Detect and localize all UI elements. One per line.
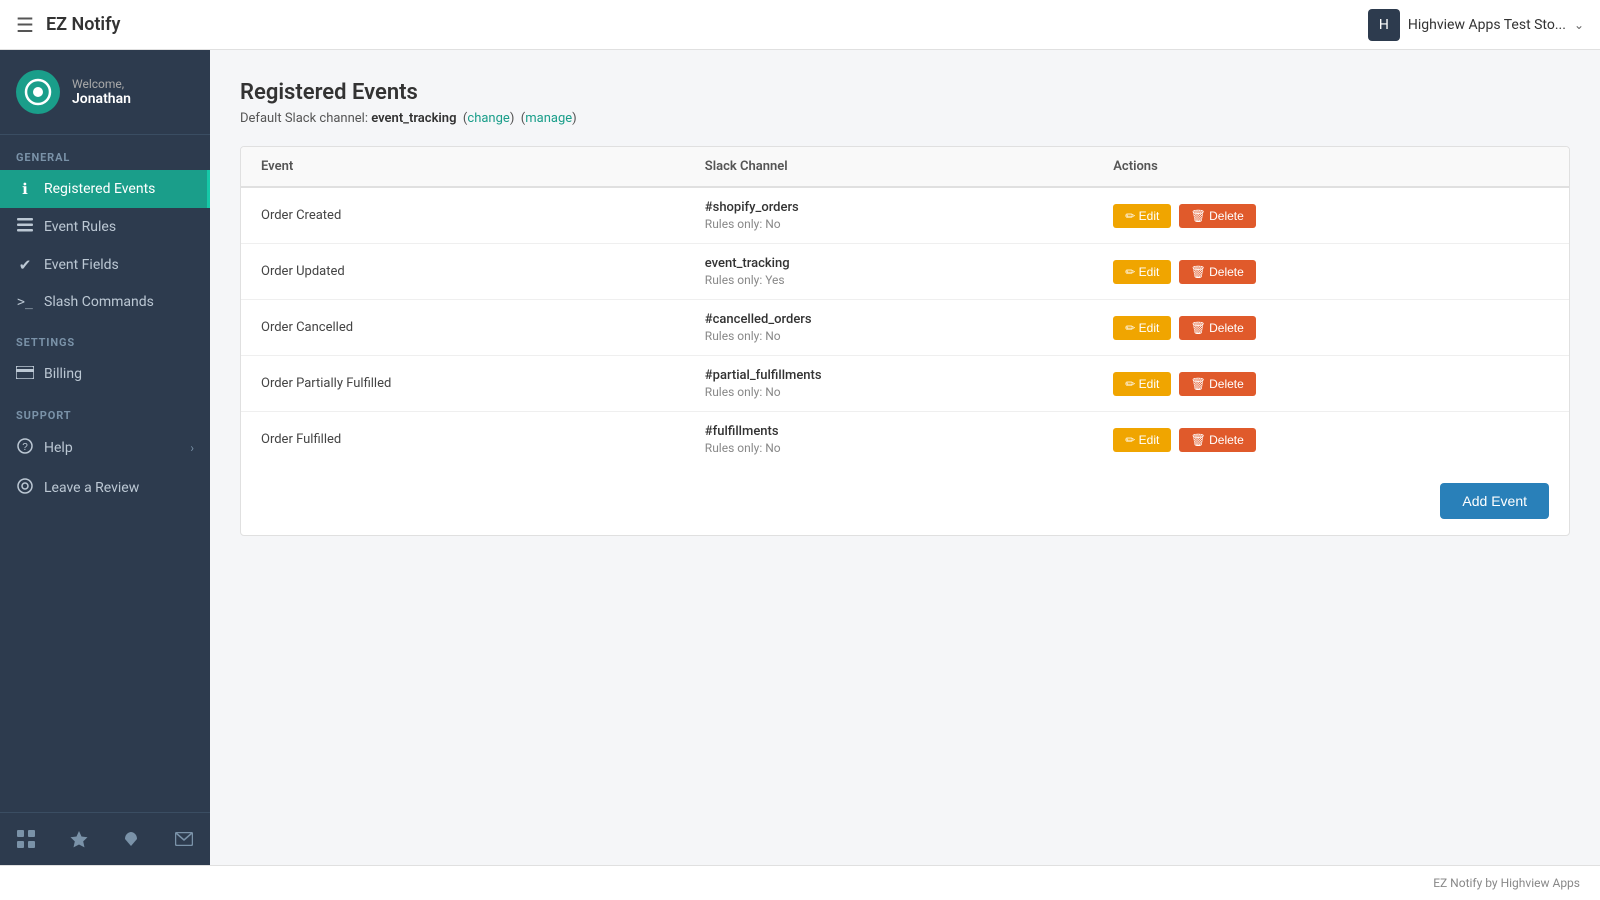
bottom-icon-star[interactable] [61,821,97,857]
support-section-label: SUPPORT [0,393,210,428]
actions-cell: ✏ Edit 🗑 Delete [1093,356,1569,412]
sidebar-item-label: Registered Events [44,181,155,197]
table-header-row: Event Slack Channel Actions [241,147,1569,187]
slack-channel: #fulfillments Rules only: No [685,412,1093,468]
sidebar-item-label: Slash Commands [44,294,154,310]
delete-button[interactable]: 🗑 Delete [1179,316,1256,340]
delete-button[interactable]: 🗑 Delete [1179,260,1256,284]
event-name: Order Fulfilled [241,412,685,468]
page-title: Registered Events [240,80,1570,105]
manage-link[interactable]: manage [525,111,572,126]
list-icon [16,218,34,236]
edit-button[interactable]: ✏ Edit [1113,260,1171,284]
chevron-right-icon: › [190,441,194,455]
slash-icon: >_ [16,295,34,310]
svg-text:?: ? [22,442,28,453]
bottom-icon-grid[interactable] [8,821,44,857]
event-name: Order Created [241,187,685,244]
page-subtitle: Default Slack channel: event_tracking (c… [240,111,1570,126]
change-link[interactable]: change [467,111,509,126]
sidebar-bottom [0,812,210,865]
top-header: ☰ EZ Notify H Highview Apps Test Sto... … [0,0,1600,50]
bottom-icon-mail[interactable] [166,821,202,857]
sidebar-item-label: Event Fields [44,257,119,273]
main-content: Registered Events Default Slack channel:… [210,50,1600,865]
sidebar-item-slash-commands[interactable]: >_ Slash Commands [0,284,210,320]
slack-channel: #partial_fulfillments Rules only: No [685,356,1093,412]
welcome-label: Welcome, [72,77,131,91]
actions-cell: ✏ Edit 🗑 Delete [1093,244,1569,300]
sidebar-user: Welcome, Jonathan [0,50,210,135]
chevron-down-icon: ⌄ [1574,18,1584,32]
sidebar-item-label: Event Rules [44,219,116,235]
sidebar-item-registered-events[interactable]: ℹ Registered Events [0,170,210,208]
edit-button[interactable]: ✏ Edit [1113,316,1171,340]
event-name: Order Updated [241,244,685,300]
table-row: Order Updated event_tracking Rules only:… [241,244,1569,300]
info-icon: ℹ [16,180,34,198]
actions-cell: ✏ Edit 🗑 Delete [1093,187,1569,244]
delete-button[interactable]: 🗑 Delete [1179,372,1256,396]
review-icon [16,478,34,498]
sidebar-item-leave-review[interactable]: Leave a Review [0,468,210,508]
col-actions: Actions [1093,147,1569,187]
check-icon: ✔ [16,256,34,274]
sidebar: Welcome, Jonathan GENERAL ℹ Registered E… [0,50,210,865]
delete-button[interactable]: 🗑 Delete [1179,204,1256,228]
layout: Welcome, Jonathan GENERAL ℹ Registered E… [0,50,1600,865]
store-name: Highview Apps Test Sto... [1408,17,1566,33]
store-selector[interactable]: H Highview Apps Test Sto... ⌄ [1368,9,1584,41]
default-channel: event_tracking [371,111,456,126]
sidebar-item-billing[interactable]: Billing [0,355,210,393]
table-row: Order Partially Fulfilled #partial_fulfi… [241,356,1569,412]
sidebar-item-event-rules[interactable]: Event Rules [0,208,210,246]
sidebar-item-event-fields[interactable]: ✔ Event Fields [0,246,210,284]
event-name: Order Cancelled [241,300,685,356]
event-name: Order Partially Fulfilled [241,356,685,412]
username-label: Jonathan [72,91,131,107]
col-channel: Slack Channel [685,147,1093,187]
edit-button[interactable]: ✏ Edit [1113,428,1171,452]
actions-cell: ✏ Edit 🗑 Delete [1093,412,1569,468]
header-left: ☰ EZ Notify [16,13,120,37]
delete-button[interactable]: 🗑 Delete [1179,428,1256,452]
footer-text: EZ Notify by Highview Apps [1433,876,1580,890]
sidebar-item-label: Leave a Review [44,480,139,496]
events-table: Event Slack Channel Actions Order Create… [241,147,1569,467]
bottom-icon-rocket[interactable] [113,821,149,857]
general-section-label: GENERAL [0,135,210,170]
slack-channel: #cancelled_orders Rules only: No [685,300,1093,356]
col-event: Event [241,147,685,187]
avatar [16,70,60,114]
table-row: Order Fulfilled #fulfillments Rules only… [241,412,1569,468]
sidebar-item-help[interactable]: ? Help › [0,428,210,468]
settings-section-label: SETTINGS [0,320,210,355]
edit-button[interactable]: ✏ Edit [1113,372,1171,396]
menu-icon[interactable]: ☰ [16,13,34,37]
app-name: EZ Notify [46,14,121,35]
sidebar-item-label: Billing [44,366,82,382]
actions-cell: ✏ Edit 🗑 Delete [1093,300,1569,356]
edit-button[interactable]: ✏ Edit [1113,204,1171,228]
billing-icon [16,365,34,383]
add-event-button[interactable]: Add Event [1440,483,1549,519]
table-row: Order Created #shopify_orders Rules only… [241,187,1569,244]
sidebar-item-label: Help [44,440,73,456]
help-icon: ? [16,438,34,458]
slack-channel: event_tracking Rules only: Yes [685,244,1093,300]
table-row: Order Cancelled #cancelled_orders Rules … [241,300,1569,356]
subtitle-prefix: Default Slack channel: [240,111,371,126]
store-avatar: H [1368,9,1400,41]
footer: EZ Notify by Highview Apps [0,865,1600,900]
slack-channel: #shopify_orders Rules only: No [685,187,1093,244]
add-event-row: Add Event [241,467,1569,535]
events-table-container: Event Slack Channel Actions Order Create… [240,146,1570,536]
user-info: Welcome, Jonathan [72,77,131,107]
